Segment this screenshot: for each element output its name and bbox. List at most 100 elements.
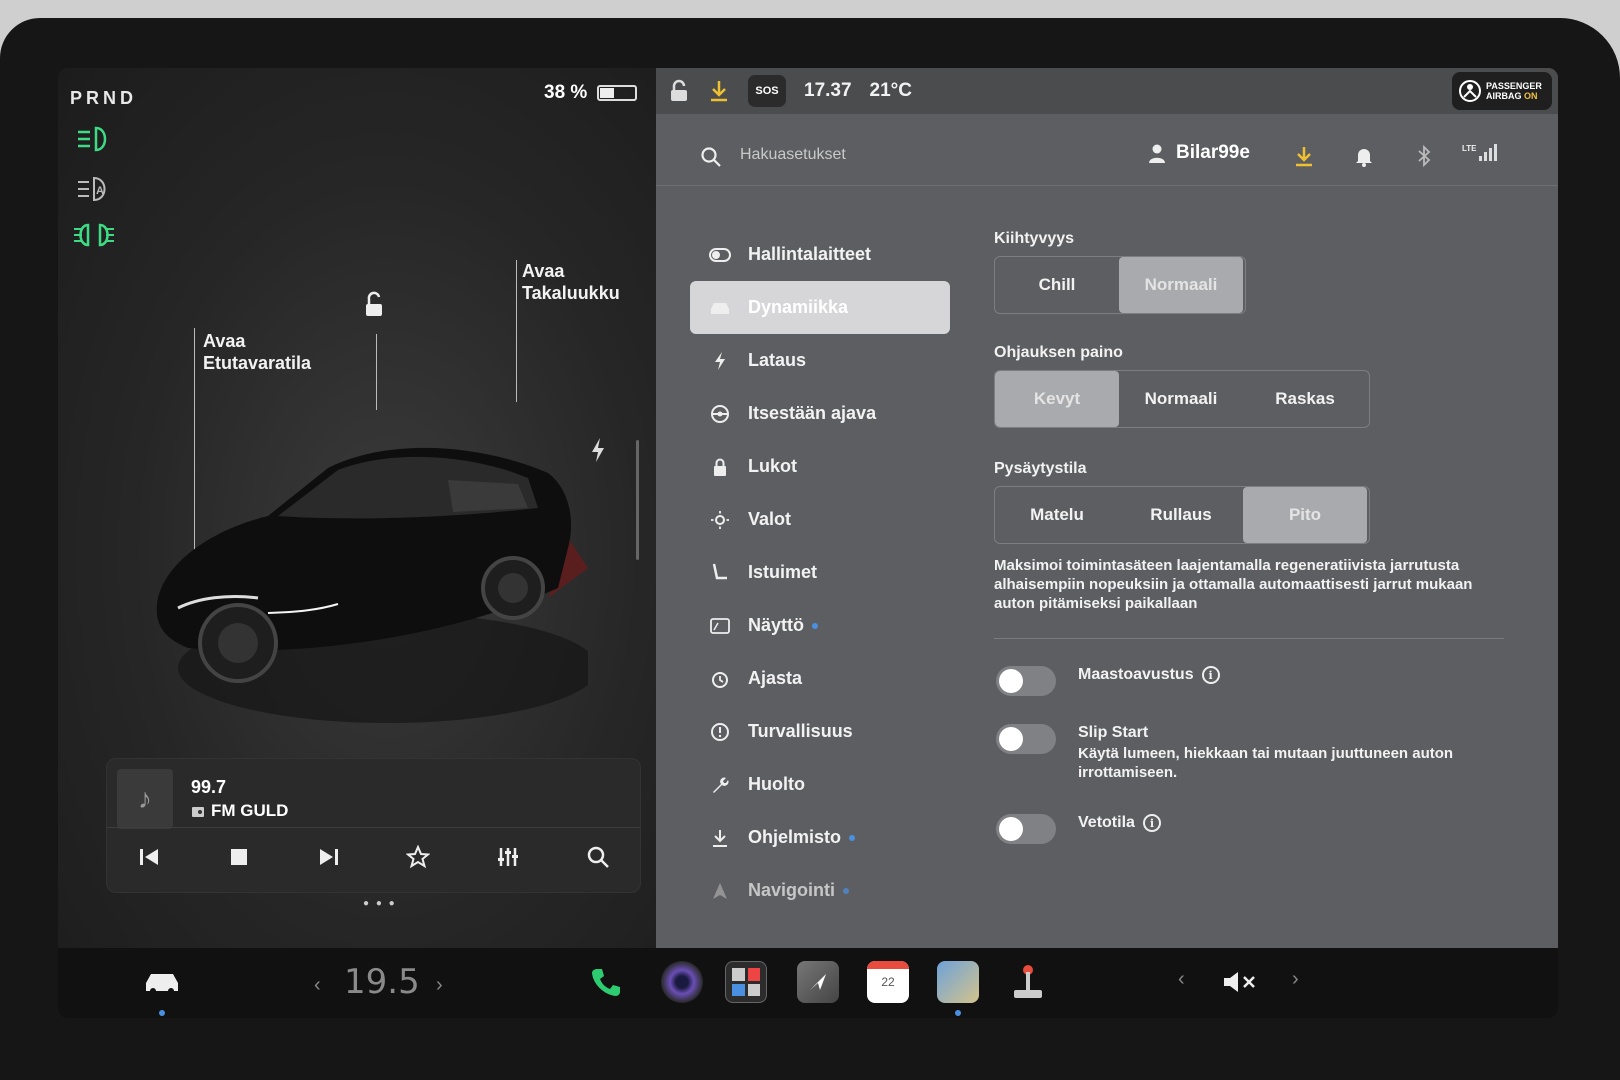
battery-percent: 38 % bbox=[544, 82, 588, 103]
software-download-icon[interactable] bbox=[1292, 144, 1316, 168]
nav-item-hallintalaitteet[interactable]: Hallintalaitteet bbox=[690, 228, 950, 281]
weather-active-indicator bbox=[955, 1010, 961, 1016]
notification-bell-icon[interactable] bbox=[1352, 144, 1376, 168]
car-icon[interactable] bbox=[138, 958, 186, 1006]
volume-down-chevron-icon[interactable]: ‹ bbox=[1178, 968, 1185, 991]
stopping-title: Pysäytystila bbox=[994, 460, 1087, 477]
stopping-section: Pysäytystila Matelu Rullaus Pito bbox=[994, 460, 1370, 544]
stopping-option-matelu[interactable]: Matelu bbox=[995, 487, 1119, 543]
cellular-signal-icon: LTE bbox=[1462, 144, 1497, 161]
settings-nav: Hallintalaitteet Dynamiikka Lataus Itsestää… bbox=[690, 228, 950, 917]
stopping-mode-selector: Matelu Rullaus Pito bbox=[994, 486, 1370, 544]
stopping-option-pito[interactable]: Pito bbox=[1243, 487, 1367, 543]
nav-item-ohjelmisto[interactable]: Ohjelmisto bbox=[690, 811, 950, 864]
previous-track-icon[interactable] bbox=[127, 835, 171, 879]
toybox-app-icon[interactable] bbox=[722, 958, 770, 1006]
car-active-indicator bbox=[159, 1010, 165, 1016]
nav-item-lataus[interactable]: Lataus bbox=[690, 334, 950, 387]
settings-search-input[interactable]: Hakuasetukset bbox=[740, 146, 846, 164]
steering-option-normaali[interactable]: Normaali bbox=[1119, 371, 1243, 427]
nav-item-turvallisuus[interactable]: Turvallisuus bbox=[690, 705, 950, 758]
music-note-icon: ♪ bbox=[117, 769, 173, 829]
nav-item-label: Itsestään ajava bbox=[748, 403, 877, 423]
weather-app-icon[interactable] bbox=[934, 958, 982, 1006]
toggle-icon bbox=[708, 243, 732, 267]
nav-item-istuimet[interactable]: Istuimet bbox=[690, 546, 950, 599]
favorite-star-icon[interactable] bbox=[396, 835, 440, 879]
bolt-icon bbox=[708, 349, 732, 373]
slip-start-toggle[interactable] bbox=[996, 724, 1056, 754]
lock-status-icon[interactable] bbox=[668, 79, 690, 103]
update-download-icon[interactable] bbox=[708, 79, 730, 103]
charge-port-icon[interactable] bbox=[588, 436, 608, 464]
stop-icon[interactable] bbox=[217, 835, 261, 879]
next-track-icon[interactable] bbox=[307, 835, 351, 879]
nav-item-valot[interactable]: Valot bbox=[690, 493, 950, 546]
steering-option-kevyt[interactable]: Kevyt bbox=[995, 371, 1119, 427]
download-icon bbox=[708, 826, 732, 850]
passenger-airbag-indicator: PASSENGER AIRBAG ON bbox=[1452, 72, 1552, 110]
nav-item-label: Istuimet bbox=[748, 562, 818, 582]
steering-option-raskas[interactable]: Raskas bbox=[1243, 371, 1367, 427]
radio-frequency: 99.7 bbox=[191, 777, 227, 797]
maastoavustus-row: Maastoavustus i bbox=[996, 666, 1220, 696]
lock-icon bbox=[708, 455, 732, 479]
sos-button[interactable]: SOS bbox=[748, 75, 786, 107]
nav-item-itsestään-ajava[interactable]: Itsestään ajava bbox=[690, 387, 950, 440]
nav-item-ajasta[interactable]: Ajasta bbox=[690, 652, 950, 705]
calendar-icon[interactable]: 22 bbox=[864, 958, 912, 1006]
alarm-clock-icon bbox=[708, 667, 732, 691]
slip-start-description: Käytä lumeen, hiekkaan tai mutaan juuttu… bbox=[1078, 745, 1454, 781]
nav-item-label: Ajasta bbox=[748, 668, 803, 688]
steering-wheel-icon bbox=[708, 402, 732, 426]
wrench-icon bbox=[708, 773, 732, 797]
volume-muted-icon[interactable] bbox=[1216, 958, 1264, 1006]
joystick-arcade-icon[interactable] bbox=[1004, 958, 1052, 1006]
section-divider bbox=[994, 638, 1504, 639]
nav-item-lukot[interactable]: Lukot bbox=[690, 440, 950, 493]
open-trunk-button[interactable]: Avaa Takaluukku bbox=[522, 260, 662, 304]
unlock-icon[interactable] bbox=[358, 290, 388, 320]
nav-item-dynamiikka[interactable]: Dynamiikka bbox=[690, 281, 950, 334]
media-search-icon[interactable] bbox=[576, 835, 620, 879]
search-icon[interactable] bbox=[700, 146, 722, 168]
camera-icon[interactable] bbox=[658, 958, 706, 1006]
acceleration-option-chill[interactable]: Chill bbox=[995, 257, 1119, 313]
panel-scroll-indicator bbox=[636, 440, 639, 560]
maastoavustus-toggle[interactable] bbox=[996, 666, 1056, 696]
open-frunk-button[interactable]: Avaa Etutavaratila bbox=[203, 330, 343, 374]
stopping-option-rullaus[interactable]: Rullaus bbox=[1119, 487, 1243, 543]
driver-profile[interactable]: Bilar99e bbox=[1148, 142, 1250, 164]
phone-icon[interactable] bbox=[582, 958, 630, 1006]
nav-item-label: Näyttö bbox=[748, 615, 805, 635]
temp-up-chevron-icon[interactable]: › bbox=[436, 974, 443, 997]
nav-item-label: Lataus bbox=[748, 350, 807, 370]
media-player[interactable]: ♪ 99.7 FM GULD bbox=[106, 758, 641, 893]
battery-icon bbox=[597, 85, 638, 101]
bluetooth-icon[interactable] bbox=[1412, 144, 1436, 168]
temp-down-chevron-icon[interactable]: ‹ bbox=[314, 974, 321, 997]
radio-station: FM GULD bbox=[191, 801, 288, 821]
fog-lights-icon[interactable] bbox=[74, 220, 114, 250]
nav-item-näyttö[interactable]: Näyttö bbox=[690, 599, 950, 652]
settings-header: Hakuasetukset Bilar99e LTE bbox=[656, 126, 1558, 186]
acceleration-option-normaali[interactable]: Normaali bbox=[1119, 257, 1243, 313]
volume-up-chevron-icon[interactable]: › bbox=[1292, 968, 1299, 991]
gear-selector: PRND bbox=[70, 88, 138, 108]
headlights-on-icon[interactable] bbox=[74, 124, 114, 154]
vetotila-toggle[interactable] bbox=[996, 814, 1056, 844]
nav-item-navigointi[interactable]: Navigointi bbox=[690, 864, 950, 917]
nav-item-huolto[interactable]: Huolto bbox=[690, 758, 950, 811]
info-icon[interactable]: i bbox=[1142, 814, 1161, 832]
nav-item-label: Hallintalaitteet bbox=[748, 244, 872, 264]
steering-selector: Kevyt Normaali Raskas bbox=[994, 370, 1370, 428]
navigation-app-icon[interactable] bbox=[794, 958, 842, 1006]
auto-high-beam-icon[interactable]: A bbox=[74, 174, 114, 204]
update-dot bbox=[843, 887, 850, 894]
equalizer-icon[interactable] bbox=[486, 835, 530, 879]
slip-start-row: Slip Start Käytä lumeen, hiekkaan tai mu… bbox=[996, 724, 1478, 782]
sun-icon bbox=[708, 508, 732, 532]
svg-text:A: A bbox=[96, 185, 104, 197]
info-icon[interactable]: i bbox=[1201, 666, 1220, 684]
cabin-temperature[interactable]: 19.5 bbox=[344, 962, 420, 1002]
